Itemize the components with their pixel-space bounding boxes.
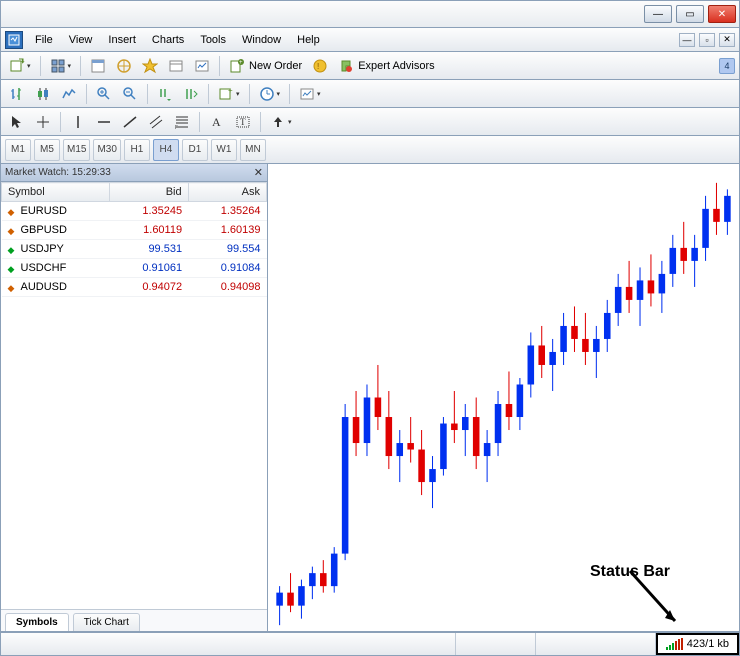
table-row[interactable]: AUDUSD0.940720.94098 <box>2 278 267 297</box>
col-symbol[interactable]: Symbol <box>2 183 110 202</box>
toolbar-standard: +▾ ▾ +New Order ! Expert Advisors 4 <box>0 52 740 80</box>
main-area: Market Watch: 15:29:33 ✕ Symbol Bid Ask … <box>0 164 740 632</box>
toolbar-timeframes: M1M5M15M30H1H4D1W1MN <box>0 136 740 164</box>
svg-text:F: F <box>175 125 178 130</box>
periodicity-button[interactable]: ▾ <box>255 83 285 105</box>
new-chart-button[interactable]: +▾ <box>5 55 35 77</box>
tab-tick-chart[interactable]: Tick Chart <box>73 613 140 631</box>
menu-charts[interactable]: Charts <box>144 31 192 49</box>
tab-symbols[interactable]: Symbols <box>5 613 69 631</box>
vertical-line-button[interactable] <box>66 111 90 133</box>
connection-bars-icon <box>666 638 683 650</box>
metaquotes-button[interactable]: ! <box>308 55 332 77</box>
mdi-minimize-button[interactable]: — <box>679 33 695 47</box>
status-bar: 423/1 kb <box>0 632 740 656</box>
menu-file[interactable]: File <box>27 31 61 49</box>
connection-traffic: 423/1 kb <box>687 638 729 650</box>
zoom-out-button[interactable] <box>118 83 142 105</box>
market-watch-panel: Market Watch: 15:29:33 ✕ Symbol Bid Ask … <box>1 164 268 631</box>
timeframe-m30[interactable]: M30 <box>93 139 120 161</box>
timeframe-m15[interactable]: M15 <box>63 139 90 161</box>
window-minimize-button[interactable]: — <box>644 5 672 23</box>
candle-chart-button[interactable] <box>31 83 55 105</box>
expert-advisors-button[interactable]: Expert Advisors <box>334 55 438 77</box>
col-ask[interactable]: Ask <box>188 183 266 202</box>
navigator-toggle[interactable] <box>112 55 136 77</box>
table-row[interactable]: EURUSD1.352451.35264 <box>2 202 267 221</box>
chart-area[interactable] <box>268 164 739 631</box>
indicators-button[interactable]: +▾ <box>214 83 244 105</box>
market-watch-table: Symbol Bid Ask EURUSD1.352451.35264GBPUS… <box>1 182 267 609</box>
menu-help[interactable]: Help <box>289 31 328 49</box>
market-watch-close-icon[interactable]: ✕ <box>254 166 263 179</box>
timeframe-h4[interactable]: H4 <box>153 139 179 161</box>
timeframe-d1[interactable]: D1 <box>182 139 208 161</box>
menu-window[interactable]: Window <box>234 31 289 49</box>
strategy-tester-toggle[interactable] <box>190 55 214 77</box>
market-watch-title: Market Watch: 15:29:33 <box>5 167 111 178</box>
col-bid[interactable]: Bid <box>110 183 188 202</box>
direction-icon <box>8 244 18 254</box>
cursor-button[interactable] <box>5 111 29 133</box>
timeframe-m5[interactable]: M5 <box>34 139 60 161</box>
bar-chart-button[interactable] <box>5 83 29 105</box>
svg-text:A: A <box>212 115 221 129</box>
status-pane-3 <box>536 633 656 655</box>
templates-button[interactable]: ▾ <box>295 83 325 105</box>
zoom-in-button[interactable] <box>92 83 116 105</box>
fibonacci-button[interactable]: F <box>170 111 194 133</box>
svg-text:!: ! <box>317 62 319 71</box>
line-chart-button[interactable] <box>57 83 81 105</box>
profiles-button[interactable]: ▾ <box>46 55 76 77</box>
market-watch-header[interactable]: Market Watch: 15:29:33 ✕ <box>1 164 267 182</box>
text-button[interactable]: A <box>205 111 229 133</box>
direction-icon <box>8 263 18 273</box>
menubar: File View Insert Charts Tools Window Hel… <box>0 28 740 52</box>
window-titlebar: — ▭ ✕ <box>0 0 740 28</box>
equidistant-channel-button[interactable] <box>144 111 168 133</box>
data-window-toggle[interactable] <box>138 55 162 77</box>
svg-text:T: T <box>240 117 246 127</box>
text-label-button[interactable]: T <box>231 111 255 133</box>
connection-status[interactable]: 423/1 kb <box>656 633 739 655</box>
timeframe-h1[interactable]: H1 <box>124 139 150 161</box>
market-watch-tabs: SymbolsTick Chart <box>1 609 267 631</box>
horizontal-line-button[interactable] <box>92 111 116 133</box>
terminal-toggle[interactable] <box>164 55 188 77</box>
menu-view[interactable]: View <box>61 31 101 49</box>
chart-shift-button[interactable] <box>179 83 203 105</box>
timeframe-mn[interactable]: MN <box>240 139 266 161</box>
window-maximize-button[interactable]: ▭ <box>676 5 704 23</box>
table-row[interactable]: GBPUSD1.601191.60139 <box>2 221 267 240</box>
mdi-restore-button[interactable]: ▫ <box>699 33 715 47</box>
direction-icon <box>8 282 18 292</box>
timeframe-m1[interactable]: M1 <box>5 139 31 161</box>
crosshair-button[interactable] <box>31 111 55 133</box>
direction-icon <box>8 225 18 235</box>
table-row[interactable]: USDJPY99.53199.554 <box>2 240 267 259</box>
menu-tools[interactable]: Tools <box>192 31 234 49</box>
svg-text:+: + <box>239 60 243 66</box>
toolbar-line-studies: F A T ▾ <box>0 108 740 136</box>
new-order-button[interactable]: +New Order <box>225 55 306 77</box>
chart-count-badge: 4 <box>719 58 735 74</box>
table-row[interactable]: USDCHF0.910610.91084 <box>2 259 267 278</box>
app-icon <box>5 31 23 49</box>
trendline-button[interactable] <box>118 111 142 133</box>
status-pane-1 <box>1 633 456 655</box>
svg-text:+: + <box>228 86 233 95</box>
mdi-close-button[interactable]: ✕ <box>719 33 735 47</box>
status-pane-2 <box>456 633 536 655</box>
auto-scroll-button[interactable] <box>153 83 177 105</box>
toolbar-charts: +▾ ▾ ▾ <box>0 80 740 108</box>
arrows-button[interactable]: ▾ <box>266 111 296 133</box>
direction-icon <box>8 206 18 216</box>
timeframe-w1[interactable]: W1 <box>211 139 237 161</box>
market-watch-toggle[interactable] <box>86 55 110 77</box>
svg-text:+: + <box>20 58 25 66</box>
menu-insert[interactable]: Insert <box>100 31 144 49</box>
window-close-button[interactable]: ✕ <box>708 5 736 23</box>
